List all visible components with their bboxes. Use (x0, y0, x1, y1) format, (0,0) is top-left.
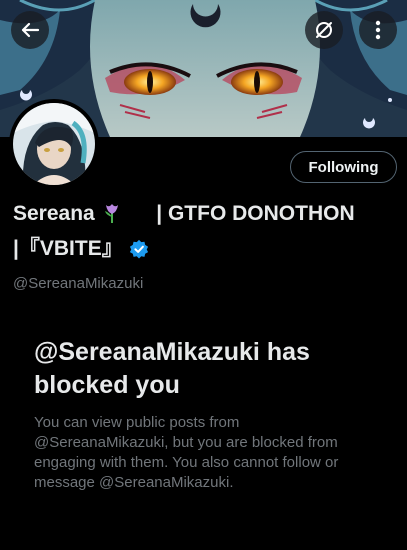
following-button[interactable]: Following (290, 151, 397, 183)
display-name-part2: | GTFO DONOTHON (156, 202, 355, 225)
offline-status-button[interactable] (305, 11, 343, 49)
more-options-button[interactable] (359, 11, 397, 49)
no-signal-icon (316, 22, 332, 38)
tulip-emoji (103, 201, 121, 233)
avatar-image (13, 103, 95, 185)
profile-handle: @SereanaMikazuki (13, 275, 144, 292)
avatar[interactable] (9, 99, 99, 189)
display-name-part3: |『VBITE』 (13, 237, 123, 260)
back-button[interactable] (11, 11, 49, 49)
blocked-title: @SereanaMikazuki has blocked you (34, 338, 310, 399)
display-name: Sereana | GTFO DONOTHON |『VBITE』 (13, 198, 398, 269)
more-vertical-icon (375, 20, 381, 40)
arrow-left-icon (21, 22, 40, 38)
verified-badge-icon (129, 237, 149, 269)
crescent-moon-emoji (130, 201, 148, 233)
display-name-part1: Sereana (13, 202, 95, 225)
blocked-description: You can view public posts from @SereanaM… (34, 414, 339, 491)
